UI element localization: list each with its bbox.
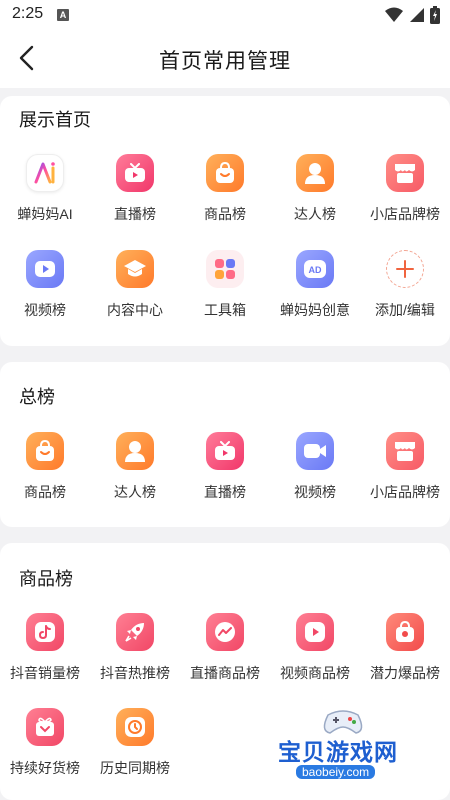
item-label: 视频商品榜 bbox=[280, 665, 350, 681]
tv-icon bbox=[116, 154, 154, 192]
graduation-cap-icon bbox=[116, 250, 154, 288]
item-label: 蝉妈妈创意 bbox=[280, 302, 350, 318]
item-store-brand-rank[interactable]: 小店品牌榜 bbox=[360, 154, 450, 224]
status-icons bbox=[385, 6, 440, 24]
video-play-icon bbox=[26, 250, 64, 288]
item-label: 小店品牌榜 bbox=[370, 484, 440, 500]
item-label: 视频榜 bbox=[24, 302, 66, 318]
item-influencer-rank[interactable]: 达人榜 bbox=[90, 432, 180, 502]
section-title: 总榜 bbox=[19, 387, 55, 407]
battery-icon bbox=[430, 6, 440, 24]
svg-text:AD: AD bbox=[309, 265, 322, 275]
live-chart-icon bbox=[206, 613, 244, 651]
item-label: 历史同期榜 bbox=[100, 760, 170, 776]
item-douyin-sales-rank[interactable]: 抖音销量榜 bbox=[0, 613, 90, 683]
status-time: 2:25 bbox=[12, 5, 44, 22]
section-title: 展示首页 bbox=[19, 110, 91, 130]
toolbox-grid-icon bbox=[206, 250, 244, 288]
item-label: 持续好货榜 bbox=[10, 760, 80, 776]
item-label: 抖音销量榜 bbox=[10, 665, 80, 681]
douyin-icon bbox=[26, 613, 64, 651]
item-content-center[interactable]: 内容中心 bbox=[90, 250, 180, 320]
video-play-icon bbox=[296, 613, 334, 651]
section-overall-rank: 总榜 商品榜 达人榜 直播榜 视频榜 小店品牌榜 bbox=[0, 362, 450, 527]
add-edit-button[interactable]: 添加/编辑 bbox=[360, 250, 450, 320]
item-label: 抖音热推榜 bbox=[100, 665, 170, 681]
item-label: 蝉妈妈AI bbox=[17, 206, 73, 222]
item-store-brand-rank[interactable]: 小店品牌榜 bbox=[360, 432, 450, 502]
item-label: 工具箱 bbox=[204, 302, 246, 318]
item-label: 直播榜 bbox=[204, 484, 246, 500]
signal-icon bbox=[410, 8, 424, 22]
item-chanmama-creative[interactable]: AD 蝉妈妈创意 bbox=[270, 250, 360, 320]
item-product-rank[interactable]: 商品榜 bbox=[0, 432, 90, 502]
item-label: 小店品牌榜 bbox=[370, 206, 440, 222]
item-sustained-goods-rank[interactable]: 持续好货榜 bbox=[0, 708, 90, 778]
navigation-bar: 首页常用管理 bbox=[0, 30, 450, 88]
item-label: 视频榜 bbox=[294, 484, 336, 500]
item-product-rank[interactable]: 商品榜 bbox=[180, 154, 270, 224]
item-video-rank[interactable]: 视频榜 bbox=[0, 250, 90, 320]
watermark-logo: 宝贝游戏网 baobeiy.com bbox=[268, 705, 428, 790]
video-camera-icon bbox=[296, 432, 334, 470]
shopping-bag-icon bbox=[206, 154, 244, 192]
history-clock-icon bbox=[116, 708, 154, 746]
item-label: 潜力爆品榜 bbox=[370, 665, 440, 681]
status-bar: 2:25 A bbox=[0, 0, 450, 30]
page-title: 首页常用管理 bbox=[159, 50, 291, 73]
potential-bag-icon bbox=[386, 613, 424, 651]
item-video-rank[interactable]: 视频榜 bbox=[270, 432, 360, 502]
store-icon bbox=[386, 432, 424, 470]
item-potential-hit-rank[interactable]: 潜力爆品榜 bbox=[360, 613, 450, 683]
watermark-title: 宝贝游戏网 bbox=[278, 739, 398, 765]
wifi-icon bbox=[385, 7, 403, 22]
item-label: 内容中心 bbox=[107, 302, 163, 318]
person-icon bbox=[116, 432, 154, 470]
item-label: 达人榜 bbox=[114, 484, 156, 500]
item-label: 商品榜 bbox=[24, 484, 66, 500]
plus-icon bbox=[386, 250, 424, 288]
rocket-icon bbox=[116, 613, 154, 651]
item-historical-rank[interactable]: 历史同期榜 bbox=[90, 708, 180, 778]
item-video-product-rank[interactable]: 视频商品榜 bbox=[270, 613, 360, 683]
section-home-display: 展示首页 蝉妈妈AI 直播榜 商品榜 达人榜 小店品牌榜 视频榜 内容中心 工具… bbox=[0, 96, 450, 346]
item-toolbox[interactable]: 工具箱 bbox=[180, 250, 270, 320]
item-douyin-hot-rank[interactable]: 抖音热推榜 bbox=[90, 613, 180, 683]
item-label: 添加/编辑 bbox=[375, 302, 435, 318]
watermark-url: baobeiy.com bbox=[296, 765, 376, 779]
notification-app-icon: A bbox=[57, 9, 69, 21]
store-icon bbox=[386, 154, 424, 192]
ai-logo-icon bbox=[26, 154, 64, 192]
item-live-rank[interactable]: 直播榜 bbox=[180, 432, 270, 502]
tv-icon bbox=[206, 432, 244, 470]
ad-icon: AD bbox=[296, 250, 334, 288]
shopping-bag-icon bbox=[26, 432, 64, 470]
person-icon bbox=[296, 154, 334, 192]
item-influencer-rank[interactable]: 达人榜 bbox=[270, 154, 360, 224]
item-label: 直播商品榜 bbox=[190, 665, 260, 681]
item-label: 商品榜 bbox=[204, 206, 246, 222]
item-live-product-rank[interactable]: 直播商品榜 bbox=[180, 613, 270, 683]
item-live-rank[interactable]: 直播榜 bbox=[90, 154, 180, 224]
item-label: 达人榜 bbox=[294, 206, 336, 222]
item-chanmama-ai[interactable]: 蝉妈妈AI bbox=[0, 154, 90, 224]
section-title: 商品榜 bbox=[19, 569, 73, 589]
item-label: 直播榜 bbox=[114, 206, 156, 222]
gift-icon bbox=[26, 708, 64, 746]
